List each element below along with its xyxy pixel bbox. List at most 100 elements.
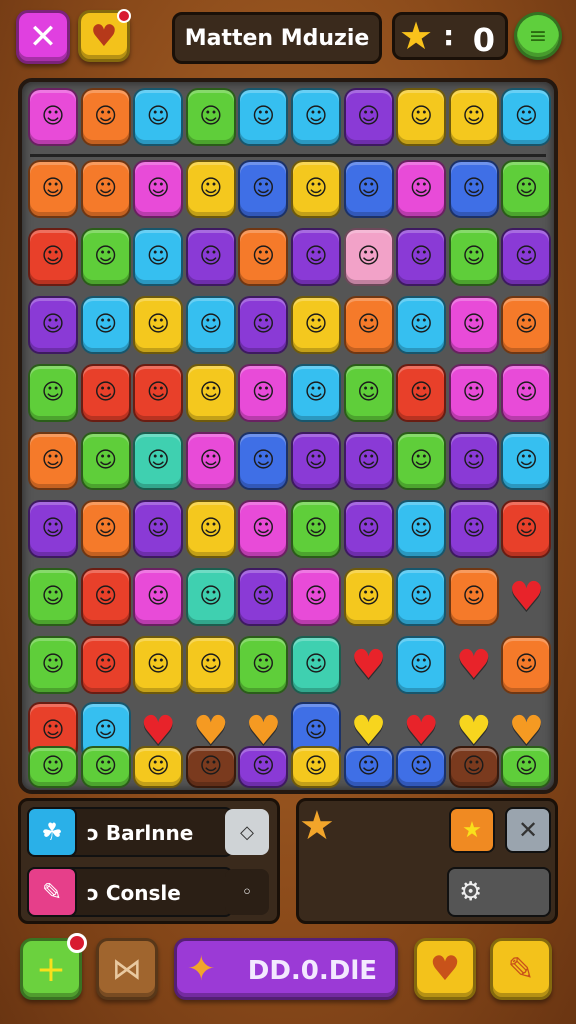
tile-piece[interactable]: ☺	[501, 160, 552, 218]
tile-piece[interactable]: ☺	[501, 296, 552, 354]
tile-piece[interactable]: ☺	[185, 568, 236, 626]
tile-piece[interactable]: ☺	[80, 228, 131, 286]
tile-piece[interactable]: ☺	[396, 88, 447, 146]
tile-piece[interactable]: ☺	[448, 432, 499, 490]
tile-piece[interactable]: ☺	[185, 500, 236, 558]
bowtie-button[interactable]: ⋈	[96, 938, 158, 1000]
tile-piece[interactable]: ☺	[343, 364, 394, 422]
tile-piece[interactable]: ☺	[291, 364, 341, 422]
tile-piece[interactable]: ☺	[501, 500, 552, 558]
tile-piece[interactable]: ☺	[28, 296, 78, 354]
tile-piece[interactable]: ☺	[238, 88, 289, 146]
tile-piece[interactable]: ☺	[291, 568, 341, 626]
tile-piece[interactable]: ☺	[343, 296, 394, 354]
tile-piece[interactable]: ☺	[448, 228, 499, 286]
tile-piece[interactable]: ☺	[396, 432, 447, 490]
heart-piece[interactable]: ♥	[501, 568, 551, 626]
tile-piece[interactable]: ☺	[80, 500, 131, 558]
tile-piece[interactable]: ☺	[28, 500, 78, 558]
tile-piece[interactable]: ☺	[185, 746, 236, 788]
tile-piece[interactable]: ☺	[28, 88, 78, 146]
tile-piece[interactable]: ☺	[343, 746, 394, 788]
tile-piece[interactable]: ☺	[448, 568, 499, 626]
tile-piece[interactable]: ☺	[501, 228, 552, 286]
tile-piece[interactable]: ☺	[238, 160, 289, 218]
settings-button[interactable]: ⚙	[447, 867, 551, 917]
tile-piece[interactable]: ☺	[28, 568, 78, 626]
tile-piece[interactable]: ☺	[133, 364, 184, 422]
tile-piece[interactable]: ☺	[501, 636, 552, 694]
tile-piece[interactable]: ☺	[133, 432, 184, 490]
diamond-icon[interactable]: ◇	[225, 809, 269, 855]
edit-button[interactable]: ✎	[490, 938, 552, 1000]
tile-piece[interactable]: ☺	[28, 228, 78, 286]
tile-piece[interactable]: ☺	[396, 364, 447, 422]
tile-piece[interactable]: ☺	[238, 364, 289, 422]
tile-piece[interactable]: ☺	[133, 568, 184, 626]
favorite-button[interactable]: ♥	[78, 9, 131, 62]
tile-piece[interactable]: ☺	[291, 636, 341, 694]
tile-piece[interactable]: ☺	[291, 432, 341, 490]
tile-piece[interactable]: ☺	[238, 636, 289, 694]
close-button[interactable]: ✕	[16, 10, 70, 64]
tile-piece[interactable]: ☺	[396, 568, 447, 626]
tile-piece[interactable]: ☺	[343, 500, 394, 558]
tile-piece[interactable]: ☺	[238, 432, 289, 490]
main-action-button[interactable]: ✦ DD.0.DlE	[174, 938, 398, 1000]
tile-piece[interactable]: ☺	[185, 432, 236, 490]
tile-piece[interactable]: ☺	[185, 364, 236, 422]
tile-piece[interactable]: ☺	[133, 746, 184, 788]
tile-piece[interactable]: ☺	[80, 296, 131, 354]
option-row-console[interactable]: ✎ ↄ Consle ◦	[27, 867, 269, 917]
tile-piece[interactable]: ☺	[80, 88, 131, 146]
tile-piece[interactable]: ☺	[291, 228, 341, 286]
dot-icon[interactable]: ◦	[225, 869, 269, 915]
tile-piece[interactable]: ☺	[28, 746, 78, 788]
tile-piece[interactable]: ☺	[396, 296, 447, 354]
tile-piece[interactable]: ☺	[80, 364, 131, 422]
close-panel-button[interactable]: ✕	[505, 807, 551, 853]
tile-piece[interactable]: ☺	[28, 636, 78, 694]
bonus-star-button[interactable]: ★	[449, 807, 495, 853]
tile-piece[interactable]: ☺	[501, 432, 552, 490]
heart-piece[interactable]: ♥	[449, 636, 499, 694]
tile-piece[interactable]: ☺	[238, 500, 289, 558]
tile-piece[interactable]: ☺	[80, 160, 131, 218]
tile-piece[interactable]: ☺	[396, 500, 447, 558]
tile-piece[interactable]: ☺	[238, 296, 289, 354]
add-button[interactable]: +	[20, 933, 87, 1000]
heart-button[interactable]: ♥	[414, 938, 476, 1000]
tile-piece[interactable]: ☺	[238, 568, 289, 626]
tile-piece[interactable]: ☺	[133, 636, 184, 694]
tile-piece[interactable]: ☺	[291, 746, 341, 788]
tile-piece[interactable]: ☺	[396, 228, 447, 286]
tile-piece[interactable]: ☺	[448, 88, 499, 146]
tile-piece[interactable]: ☺	[396, 160, 447, 218]
tile-piece[interactable]: ☺	[133, 296, 184, 354]
tile-piece[interactable]: ☺	[448, 500, 499, 558]
tile-piece[interactable]: ☺	[291, 296, 341, 354]
tile-piece[interactable]: ☺	[238, 228, 289, 286]
tile-piece[interactable]: ☺	[80, 568, 131, 626]
tile-piece[interactable]: ☺	[501, 364, 552, 422]
tile-piece[interactable]: ☺	[28, 160, 78, 218]
tile-piece[interactable]: ☺	[396, 636, 447, 694]
tile-piece[interactable]: ☺	[80, 636, 131, 694]
tile-piece[interactable]: ☺	[133, 500, 184, 558]
tile-piece[interactable]: ☺	[448, 746, 499, 788]
tile-piece[interactable]: ☺	[28, 364, 78, 422]
tile-piece[interactable]: ☺	[291, 88, 341, 146]
tile-piece[interactable]: ☺	[448, 296, 499, 354]
tile-piece[interactable]: ☺	[185, 228, 236, 286]
tile-piece[interactable]: ☺	[291, 160, 341, 218]
tile-piece[interactable]: ☺	[448, 160, 499, 218]
tile-piece[interactable]: ☺	[133, 88, 184, 146]
tile-piece[interactable]: ☺	[80, 746, 131, 788]
tile-piece[interactable]: ☺	[80, 432, 131, 490]
tile-piece[interactable]: ☺	[448, 364, 499, 422]
tile-piece[interactable]: ☺	[291, 500, 341, 558]
heart-piece[interactable]: ♥	[344, 636, 394, 694]
tile-piece[interactable]: ☺	[501, 88, 552, 146]
tile-piece[interactable]: ☺	[343, 432, 394, 490]
tile-piece[interactable]: ☺	[343, 160, 394, 218]
